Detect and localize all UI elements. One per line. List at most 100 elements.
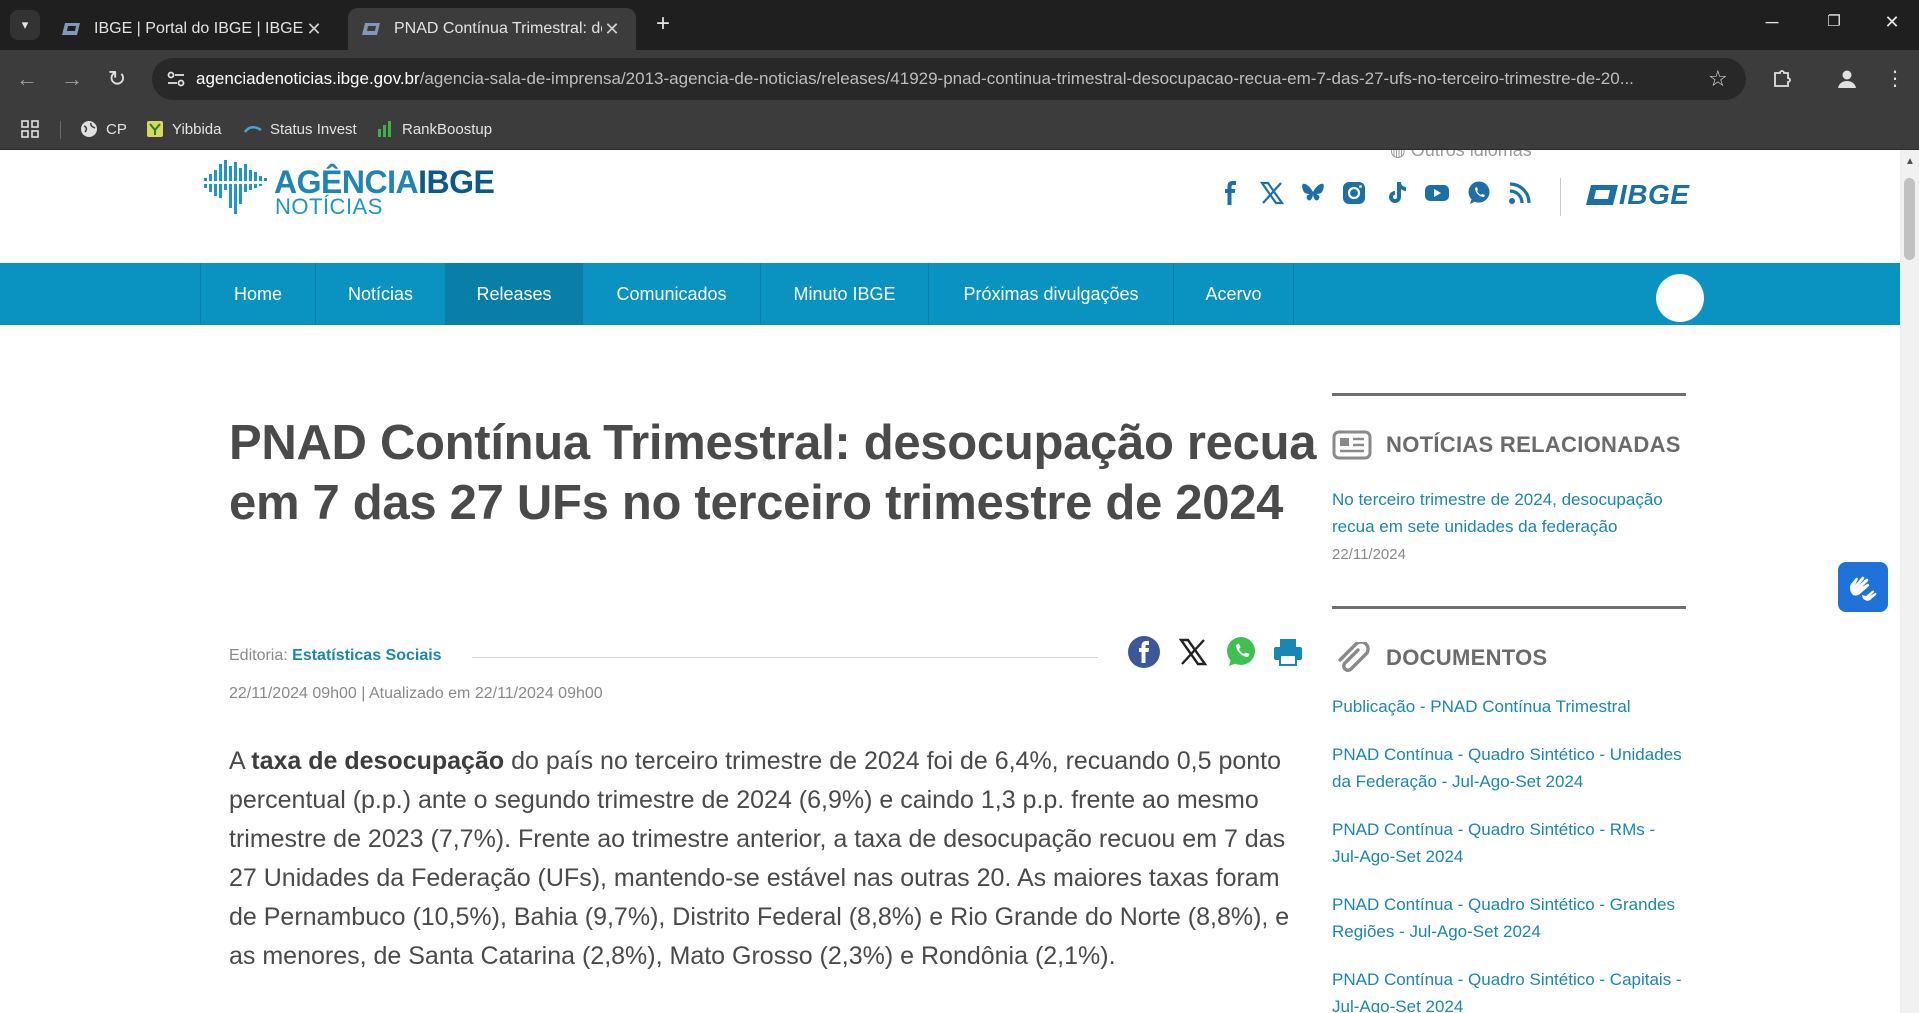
bookmark-yibbida[interactable]: Yibbida xyxy=(146,118,221,140)
close-tab-icon[interactable]: ✕ xyxy=(304,19,324,40)
share-facebook-icon[interactable] xyxy=(1127,635,1161,669)
x-icon[interactable] xyxy=(1259,180,1289,210)
bookmarks-separator xyxy=(60,121,61,139)
facebook-icon[interactable] xyxy=(1218,180,1248,210)
tab-search-button[interactable]: ▾ xyxy=(10,10,40,40)
close-tab-icon[interactable]: ✕ xyxy=(602,19,622,40)
tab-title: IBGE | Portal do IBGE | IBGE xyxy=(94,20,304,37)
tiktok-icon[interactable] xyxy=(1383,180,1413,210)
url-path: /agencia-sala-de-imprensa/2013-agencia-d… xyxy=(419,69,1634,88)
nav-releases[interactable]: Releases xyxy=(445,263,582,325)
logo-subtitle: NOTÍCIAS xyxy=(275,194,383,219)
article-title: PNAD Contínua Trimestral: desocupação re… xyxy=(229,416,1317,530)
browser-toolbar: ← → ↻ agenciadenoticias.ibge.gov.br/agen… xyxy=(0,50,1919,108)
document-link[interactable]: PNAD Contínua - Quadro Sintético - Unida… xyxy=(1332,741,1686,795)
globe-icon: ◍ xyxy=(1390,150,1406,160)
tab-ibge-portal[interactable]: IBGE | Portal do IBGE | IBGE ✕ xyxy=(48,8,338,50)
nav-minuto-ibge[interactable]: Minuto IBGE xyxy=(760,263,928,325)
chevron-down-icon: ▾ xyxy=(21,17,29,32)
bookmark-label: Yibbida xyxy=(172,120,222,138)
nav-acervo[interactable]: Acervo xyxy=(1173,263,1293,325)
header-divider xyxy=(1560,178,1561,216)
forward-arrow-icon[interactable]: → xyxy=(57,64,87,94)
bar-chart-icon xyxy=(378,121,391,137)
bookmark-cp[interactable]: CP xyxy=(80,118,127,140)
agencia-ibge-logo[interactable]: AGÊNCIAIBGE NOTÍCIAS xyxy=(204,158,495,219)
nav-proximas-divulgacoes[interactable]: Próximas divulgações xyxy=(928,263,1173,325)
tab-pnad-article[interactable]: PNAD Contínua Trimestral: deso ✕ xyxy=(348,8,636,50)
paperclip-icon xyxy=(1338,642,1370,672)
share-x-icon[interactable] xyxy=(1176,635,1210,669)
article-lead: A taxa de desocupação do país no terceir… xyxy=(229,742,1309,976)
page-scrollbar[interactable]: ▲ xyxy=(1900,150,1919,1013)
bookmark-label: RankBoostup xyxy=(402,120,493,138)
site-settings-icon[interactable] xyxy=(164,67,188,91)
document-link[interactable]: PNAD Contínua - Quadro Sintético - RMs -… xyxy=(1332,816,1686,870)
lead-bold: taxa de desocupação xyxy=(251,747,505,775)
bluesky-icon[interactable] xyxy=(1300,180,1330,210)
status-invest-icon xyxy=(244,126,262,133)
address-bar[interactable]: agenciadenoticias.ibge.gov.br/agencia-sa… xyxy=(152,58,1746,100)
share-whatsapp-icon[interactable] xyxy=(1224,635,1258,669)
newspaper-icon xyxy=(1332,430,1372,460)
scroll-up-arrow-icon[interactable]: ▲ xyxy=(1905,156,1915,167)
documents-header: DOCUMENTOS xyxy=(1332,627,1686,689)
nav-divider xyxy=(1293,263,1294,325)
bookmark-label: CP xyxy=(106,120,127,138)
close-window-icon[interactable]: ✕ xyxy=(1877,12,1907,38)
bookmark-star-icon[interactable]: ☆ xyxy=(1708,66,1734,92)
language-label: Outros idiomas xyxy=(1410,150,1532,160)
vlibras-accessibility-button[interactable] xyxy=(1838,562,1888,612)
scrollbar-thumb[interactable] xyxy=(1904,178,1915,260)
url-text[interactable]: agenciadenoticias.ibge.gov.br/agencia-sa… xyxy=(196,69,1696,89)
document-link[interactable]: PNAD Contínua - Quadro Sintético - Capit… xyxy=(1332,966,1686,1013)
nav-noticias[interactable]: Notícias xyxy=(315,263,445,325)
new-tab-button[interactable]: + xyxy=(650,12,676,38)
back-arrow-icon[interactable]: ← xyxy=(12,64,42,94)
profile-avatar-icon[interactable] xyxy=(1832,64,1862,94)
main-nav: Home Notícias Releases Comunicados Minut… xyxy=(0,263,1900,325)
menu-kebab-icon[interactable]: ⋮ xyxy=(1880,64,1910,94)
restore-icon[interactable]: ❐ xyxy=(1819,12,1849,38)
sidebar: NOTÍCIAS RELACIONADAS No terceiro trimes… xyxy=(1332,393,1686,1013)
ibge-favicon-icon xyxy=(362,21,382,37)
bookmark-rankboostup[interactable]: RankBoostup xyxy=(376,118,492,140)
documents-title: DOCUMENTOS xyxy=(1386,645,1548,670)
nav-home[interactable]: Home xyxy=(200,263,315,325)
editoria: Editoria: Estatísticas Sociais xyxy=(229,647,442,665)
ibge-logo-text: IBGE xyxy=(1619,179,1690,210)
article-dates: 22/11/2024 09h00 | Atualizado em 22/11/2… xyxy=(229,685,603,702)
whatsapp-icon[interactable] xyxy=(1466,180,1496,210)
search-button[interactable] xyxy=(1656,274,1704,322)
editoria-label: Editoria: xyxy=(229,647,288,664)
document-link[interactable]: PNAD Contínua - Quadro Sintético - Grand… xyxy=(1332,891,1686,945)
bookmark-status-invest[interactable]: Status Invest xyxy=(244,118,357,140)
nav-comunicados[interactable]: Comunicados xyxy=(582,263,760,325)
instagram-icon[interactable] xyxy=(1341,180,1371,210)
reload-icon[interactable]: ↻ xyxy=(102,64,132,94)
youtube-icon[interactable] xyxy=(1424,180,1454,210)
rss-icon[interactable] xyxy=(1507,180,1537,210)
related-news-title: NOTÍCIAS RELACIONADAS xyxy=(1386,432,1681,457)
related-news-link[interactable]: No terceiro trimestre de 2024, desocupaç… xyxy=(1332,490,1663,536)
web-page: ◍ Outros idiomas AGÊNCIAIBGE NOTÍCIAS IB… xyxy=(0,150,1900,1013)
language-selector[interactable]: ◍ Outros idiomas xyxy=(1390,150,1532,161)
yibbida-icon xyxy=(147,121,163,137)
document-link[interactable]: Publicação - PNAD Contínua Trimestral xyxy=(1332,693,1686,720)
browser-tab-bar: ▾ IBGE | Portal do IBGE | IBGE ✕ PNAD Co… xyxy=(0,0,1919,50)
apps-grid-icon[interactable] xyxy=(20,119,40,139)
ibge-logo[interactable]: IBGE xyxy=(1585,178,1689,212)
extensions-puzzle-icon[interactable] xyxy=(1767,64,1797,94)
bookmark-label: Status Invest xyxy=(270,120,357,138)
tab-title: PNAD Contínua Trimestral: deso xyxy=(394,20,602,37)
ibge-emblem-icon xyxy=(1586,185,1618,205)
sign-language-hands-icon xyxy=(1849,576,1877,601)
related-news-item[interactable]: No terceiro trimestre de 2024, desocupaç… xyxy=(1332,486,1686,568)
print-icon[interactable] xyxy=(1271,635,1305,669)
sidebar-rule xyxy=(1332,606,1686,609)
ibge-favicon-icon xyxy=(62,21,82,37)
editoria-link[interactable]: Estatísticas Sociais xyxy=(292,647,441,664)
related-news-date: 22/11/2024 xyxy=(1332,546,1406,563)
logo-word-ibge: IBGE xyxy=(418,164,495,200)
minimize-icon[interactable]: ─ xyxy=(1757,12,1787,38)
